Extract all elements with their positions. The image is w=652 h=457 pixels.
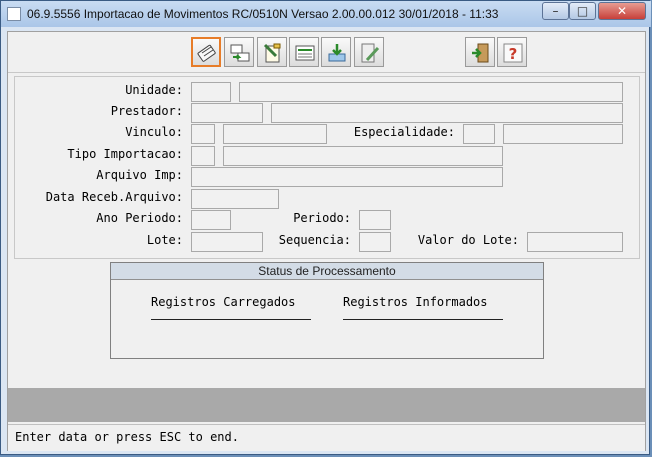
periodo-label: Periodo: [293, 211, 351, 225]
data-receb-label: Data Receb.Arquivo: [45, 190, 183, 204]
vinculo-desc-field[interactable] [223, 124, 327, 144]
help-button[interactable]: ? [497, 37, 527, 67]
data-receb-field[interactable] [191, 189, 279, 209]
message-band [8, 388, 645, 422]
toolbar: ? [8, 32, 645, 73]
unidade-label: Unidade: [125, 83, 183, 97]
status-message: Enter data or press ESC to end. [15, 430, 239, 444]
close-button[interactable]: ✕ [598, 2, 646, 20]
tools-button[interactable] [354, 37, 384, 67]
tipo-importacao-code-field[interactable] [191, 146, 215, 166]
exit-icon [472, 43, 489, 63]
confirm-button[interactable] [191, 37, 221, 67]
prestador-code-field[interactable] [191, 103, 263, 123]
list-icon [295, 45, 315, 61]
window-title: 06.9.5556 Importacao de Movimentos RC/05… [27, 7, 499, 21]
transfer-button[interactable] [224, 37, 254, 67]
especialidade-code-field[interactable] [463, 124, 495, 144]
status-bar: Enter data or press ESC to end. [8, 424, 645, 451]
ano-periodo-label: Ano Periodo: [96, 211, 183, 225]
status-panel: Status de Processamento Registros Carreg… [110, 262, 544, 359]
import-icon [328, 44, 346, 62]
valor-lote-label: Valor do Lote: [417, 233, 519, 247]
confirm-icon [197, 44, 216, 62]
registros-carregados-label: Registros Carregados [151, 295, 296, 309]
tools-icon [361, 43, 380, 63]
status-panel-title: Status de Processamento [111, 263, 543, 280]
especialidade-label: Especialidade: [353, 125, 455, 139]
vinculo-label: Vinculo: [125, 125, 183, 139]
input-form: Unidade: Prestador: Vinculo: Especialida… [14, 76, 640, 259]
sequencia-label: Sequencia: [278, 233, 351, 247]
exit-button[interactable] [465, 37, 495, 67]
tipo-importacao-label: Tipo Importacao: [67, 147, 183, 161]
import-button[interactable] [321, 37, 351, 67]
maximize-button[interactable]: □ [569, 2, 596, 20]
valor-lote-field[interactable] [527, 232, 623, 252]
prestador-name-field[interactable] [271, 103, 623, 123]
transfer-icon [230, 44, 250, 62]
client-area: ? Unidade: Prestador: Vinculo: Especiali… [7, 31, 646, 451]
lote-label: Lote: [146, 233, 183, 247]
app-icon [7, 7, 21, 21]
unidade-code-field[interactable] [191, 82, 231, 102]
tipo-importacao-desc-field[interactable] [223, 146, 503, 166]
periodo-field[interactable] [359, 210, 391, 230]
help-icon: ? [503, 43, 523, 63]
arquivo-imp-label: Arquivo Imp: [96, 168, 183, 182]
minimize-button[interactable]: – [542, 2, 569, 20]
title-bar: 06.9.5556 Importacao de Movimentos RC/05… [1, 1, 651, 27]
sequencia-field[interactable] [359, 232, 391, 252]
list-button[interactable] [289, 37, 319, 67]
lote-field[interactable] [191, 232, 263, 252]
registros-informados-label: Registros Informados [343, 295, 488, 309]
edit-button[interactable] [257, 37, 287, 67]
ano-periodo-field[interactable] [191, 210, 231, 230]
registros-carregados-line [151, 319, 311, 320]
vinculo-code-field[interactable] [191, 124, 215, 144]
registros-informados-line [343, 319, 503, 320]
prestador-label: Prestador: [110, 104, 183, 118]
unidade-name-field[interactable] [239, 82, 623, 102]
svg-text:?: ? [509, 45, 518, 63]
edit-icon [263, 43, 281, 63]
arquivo-imp-field[interactable] [191, 167, 503, 187]
especialidade-desc-field[interactable] [503, 124, 623, 144]
main-window: 06.9.5556 Importacao de Movimentos RC/05… [0, 0, 651, 455]
